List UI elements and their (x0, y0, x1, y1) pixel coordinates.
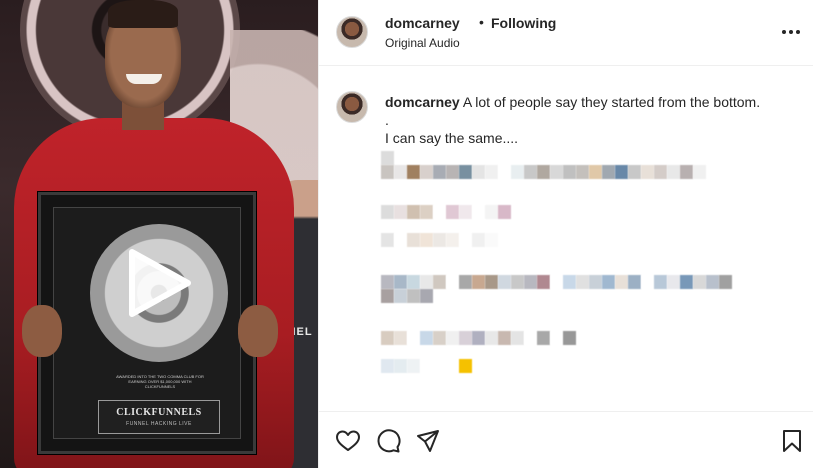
audio-label[interactable]: Original Audio (385, 36, 460, 50)
bookmark-icon[interactable] (779, 428, 805, 454)
avatar[interactable] (336, 91, 368, 123)
obscured-text (381, 165, 706, 179)
post-panel: domcarney • Following Original Audio dom… (318, 0, 813, 468)
header-separator: • (479, 14, 484, 30)
play-icon[interactable] (122, 248, 192, 318)
caption-line-1: A lot of people say they started from th… (462, 94, 761, 110)
caption-line-3: I can say the same.... (385, 130, 519, 146)
header-username[interactable]: domcarney (385, 15, 460, 31)
action-bar (319, 411, 813, 468)
heart-icon[interactable] (335, 428, 361, 454)
plaque-brand: CLICKFUNNELS (116, 407, 202, 418)
post-header: domcarney • Following Original Audio (319, 0, 813, 66)
person-hand-right (238, 305, 278, 357)
following-button[interactable]: Following (491, 15, 556, 31)
obscured-text (381, 205, 511, 219)
caption-section: domcarney A lot of people say they start… (319, 67, 813, 411)
person-smile (126, 74, 162, 84)
caption-line-2: . (385, 112, 389, 128)
post-media[interactable]: FUNNEL AWARDED INTO THE TWO COMMA CLUB F… (0, 0, 318, 468)
obscured-text (381, 359, 472, 373)
share-icon[interactable] (415, 428, 441, 454)
obscured-text (381, 289, 433, 303)
more-options-icon[interactable] (779, 22, 803, 42)
obscured-text (381, 275, 732, 289)
award-inscription: AWARDED INTO THE TWO COMMA CLUB FOR EARN… (116, 374, 204, 389)
obscured-text (381, 151, 394, 165)
plaque-subtitle: FUNNEL HACKING LIVE (126, 421, 192, 427)
obscured-text (381, 233, 498, 247)
caption-text: domcarney A lot of people say they start… (385, 93, 795, 147)
comment-icon[interactable] (375, 428, 401, 454)
avatar[interactable] (336, 16, 368, 48)
award-frame: AWARDED INTO THE TWO COMMA CLUB FOR EARN… (38, 192, 256, 454)
award-frame-inner: AWARDED INTO THE TWO COMMA CLUB FOR EARN… (53, 207, 241, 439)
person-hand-left (22, 305, 62, 357)
award-plaque: CLICKFUNNELS FUNNEL HACKING LIVE (98, 400, 220, 434)
person-hair (108, 0, 178, 28)
obscured-text (381, 331, 576, 345)
caption-username[interactable]: domcarney (385, 94, 460, 110)
